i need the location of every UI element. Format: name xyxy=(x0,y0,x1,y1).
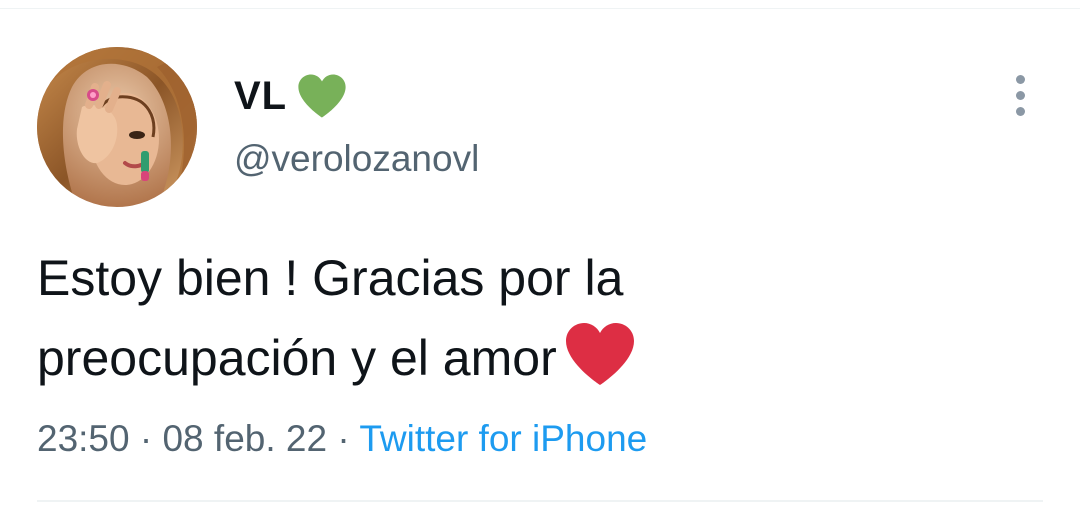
tweet-text-line-2-row: preocupación y el amor xyxy=(37,318,1037,398)
dot xyxy=(1015,74,1025,84)
meta-separator: · xyxy=(337,418,350,459)
meta-separator: · xyxy=(139,418,153,459)
dot xyxy=(1015,90,1025,100)
tweet-text: Estoy bien ! Gracias por la preocupación… xyxy=(37,238,1037,398)
green-heart-icon xyxy=(298,74,346,118)
tweet-meta: 23:50 · 08 feb. 22 · Twitter for iPhone xyxy=(37,418,647,460)
tweet-source-link[interactable]: Twitter for iPhone xyxy=(359,418,647,459)
tweet-date[interactable]: 08 feb. 22 xyxy=(162,418,327,459)
tweet-text-line-2: preocupación y el amor xyxy=(37,330,557,386)
dot xyxy=(1015,106,1025,116)
author-handle[interactable]: @verolozanovl xyxy=(234,138,479,180)
tweet-time[interactable]: 23:50 xyxy=(37,418,130,459)
bottom-divider xyxy=(37,500,1043,502)
tweet: VL @verolozanovl Estoy bien ! Gracias po… xyxy=(0,0,1080,519)
more-options-icon[interactable] xyxy=(1002,70,1038,120)
avatar[interactable] xyxy=(37,47,197,207)
avatar-photo xyxy=(37,47,197,207)
display-name: VL xyxy=(234,73,288,118)
author-name-row[interactable]: VL xyxy=(234,68,347,124)
red-heart-icon xyxy=(565,323,634,385)
tweet-text-line-1: Estoy bien ! Gracias por la xyxy=(37,250,624,306)
